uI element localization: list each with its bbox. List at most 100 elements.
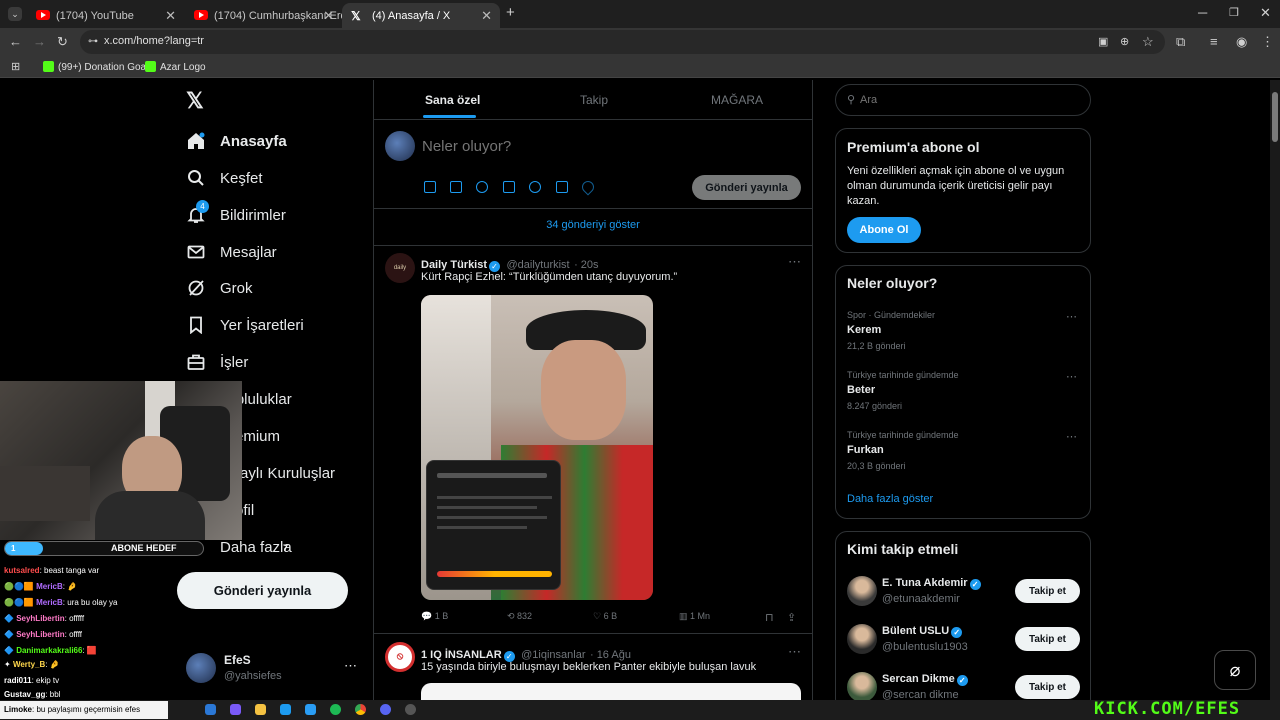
avatar[interactable]: ⦸ — [385, 642, 415, 672]
reload-icon[interactable]: ↻ — [57, 35, 68, 49]
tab-erdogan[interactable]: (1704) Cumhurbaşkanı Erdoğan ✕ — [184, 3, 342, 28]
minimize-icon[interactable]: ─ — [1198, 6, 1207, 20]
nav-item-messages[interactable]: Mesajlar — [186, 237, 277, 267]
schedule-icon[interactable] — [556, 181, 568, 193]
star-icon[interactable]: ☆ — [1142, 35, 1154, 49]
nav-item-jobs[interactable]: İşler — [186, 347, 248, 377]
menu-icon[interactable]: ⋮ — [1261, 35, 1274, 49]
search-input[interactable] — [860, 91, 1080, 109]
grok-icon[interactable] — [476, 181, 488, 193]
chat-user: radi011 — [4, 676, 32, 685]
bookmark-donation-goal[interactable]: (99+) Donation Goa... — [43, 61, 154, 73]
gif-icon[interactable] — [450, 181, 462, 193]
close-icon[interactable]: ✕ — [165, 8, 176, 24]
trend-name[interactable]: Beter — [847, 384, 875, 396]
tweet-more-icon[interactable]: ⋯ — [788, 644, 801, 660]
new-tab-button[interactable]: + — [506, 5, 515, 20]
bookmark-label: (99+) Donation Goa... — [58, 62, 155, 73]
trends-show-more-link[interactable]: Daha fazla göster — [847, 493, 933, 505]
tab-search-icon[interactable]: ⌄ — [8, 7, 22, 21]
composer-input[interactable] — [422, 135, 792, 157]
follow-button[interactable]: Takip et — [1015, 579, 1080, 603]
edge-icon[interactable] — [205, 704, 216, 715]
tweet-handle[interactable]: @1iqinsanlar — [521, 649, 585, 661]
tweet-media[interactable] — [421, 295, 653, 600]
bookmark-azar-logo[interactable]: Azar Logo — [145, 61, 206, 73]
folder-icon[interactable] — [255, 704, 266, 715]
obs-icon[interactable] — [405, 704, 416, 715]
tweet-author[interactable]: Daily Türkist — [421, 259, 487, 271]
reading-list-icon[interactable]: ≡ — [1210, 35, 1218, 49]
cast-icon[interactable]: ▣ — [1098, 35, 1108, 49]
forward-icon[interactable]: → — [33, 35, 46, 49]
tweet-time[interactable]: · 20s — [574, 259, 598, 271]
follow-button[interactable]: Takip et — [1015, 675, 1080, 699]
zoom-icon[interactable]: ⊕ — [1120, 35, 1129, 49]
avatar[interactable]: daily — [385, 253, 415, 283]
trend-more-icon[interactable]: ⋯ — [1066, 310, 1077, 323]
window-close-icon[interactable]: ✕ — [1260, 6, 1271, 20]
close-icon[interactable]: ✕ — [323, 8, 334, 24]
scrollbar-track[interactable] — [1270, 80, 1280, 700]
trend-name[interactable]: Furkan — [847, 444, 884, 456]
avatar[interactable] — [847, 624, 877, 654]
store-icon[interactable] — [280, 704, 291, 715]
back-icon[interactable]: ← — [9, 35, 22, 49]
account-menu-icon[interactable]: ⋯ — [344, 658, 357, 674]
show-new-posts-link[interactable]: 34 gönderiyi göster — [374, 219, 812, 231]
tweet-author[interactable]: 1 IQ İNSANLAR — [421, 649, 502, 661]
avatar[interactable] — [847, 576, 877, 606]
tweet-more-icon[interactable]: ⋯ — [788, 254, 801, 270]
site-info-icon[interactable]: ⊶ — [88, 35, 98, 49]
tab-x-home[interactable]: 𝕏 (4) Anasayfa / X ✕ — [342, 3, 500, 28]
nav-item-explore[interactable]: Keşfet — [186, 163, 263, 193]
bookmark-icon[interactable]: ⊓ — [765, 611, 774, 624]
nav-item-grok[interactable]: Grok — [186, 273, 253, 303]
grok-float-button[interactable]: ⌀ — [1214, 650, 1256, 690]
repost-button[interactable]: ⟲ 832 — [507, 611, 532, 622]
follow-button[interactable]: Takip et — [1015, 627, 1080, 651]
reply-button[interactable]: 💬 1 B — [421, 611, 448, 622]
copilot-icon[interactable] — [230, 704, 241, 715]
poll-icon[interactable] — [503, 181, 515, 193]
post-button[interactable]: Gönderi yayınla — [177, 572, 348, 609]
discord-icon[interactable] — [380, 704, 391, 715]
like-button[interactable]: ♡ 6 B — [593, 611, 617, 622]
chat-badges-icon: ✦ — [4, 660, 13, 669]
image-icon[interactable] — [424, 181, 436, 193]
avatar[interactable] — [186, 653, 216, 683]
mail-app-icon[interactable] — [305, 704, 316, 715]
restore-icon[interactable]: ❐ — [1229, 6, 1239, 20]
profile-icon[interactable]: ◉ — [1236, 35, 1247, 49]
emoji-icon[interactable] — [529, 181, 541, 193]
tweet-handle[interactable]: @dailyturkist — [506, 259, 569, 271]
trend-name[interactable]: Kerem — [847, 324, 881, 336]
composer-post-button[interactable]: Gönderi yayınla — [692, 175, 801, 200]
tab-magara[interactable]: MAĞARA — [711, 93, 763, 107]
apps-icon[interactable]: ⊞ — [11, 60, 20, 74]
nav-item-bookmarks[interactable]: Yer İşaretleri — [186, 310, 304, 340]
tweet-time[interactable]: · 16 Ağu — [590, 649, 631, 661]
tab-following[interactable]: Takip — [580, 93, 608, 107]
url-field[interactable] — [80, 30, 1165, 54]
follow-suggestion-name[interactable]: E. Tuna Akdemir ✓ — [882, 577, 983, 590]
views-button[interactable]: ▥ 1 Mn — [679, 611, 710, 622]
spotify-icon[interactable] — [330, 704, 341, 715]
chrome-icon[interactable] — [355, 704, 366, 715]
trend-more-icon[interactable]: ⋯ — [1066, 370, 1077, 383]
extensions-icon[interactable]: ⧉ — [1176, 35, 1185, 49]
close-icon[interactable]: ✕ — [481, 8, 492, 24]
nav-item-home[interactable]: Anasayfa — [186, 126, 287, 156]
tab-youtube[interactable]: (1704) YouTube ✕ — [26, 3, 184, 28]
scrollbar-thumb[interactable] — [1272, 92, 1278, 142]
avatar[interactable] — [847, 672, 877, 702]
x-logo-icon[interactable]: 𝕏 — [186, 88, 204, 114]
follow-suggestion-name[interactable]: Sercan Dikme ✓ — [882, 673, 970, 686]
subscribe-button[interactable]: Abone Ol — [847, 217, 921, 243]
follow-suggestion-name[interactable]: Bülent USLU ✓ — [882, 625, 964, 638]
tweet-media[interactable] — [421, 683, 801, 700]
trend-more-icon[interactable]: ⋯ — [1066, 430, 1077, 443]
share-icon[interactable]: ⇪ — [787, 611, 796, 624]
tab-for-you[interactable]: Sana özel — [425, 93, 480, 107]
nav-item-notifications[interactable]: 4 Bildirimler — [186, 200, 286, 230]
